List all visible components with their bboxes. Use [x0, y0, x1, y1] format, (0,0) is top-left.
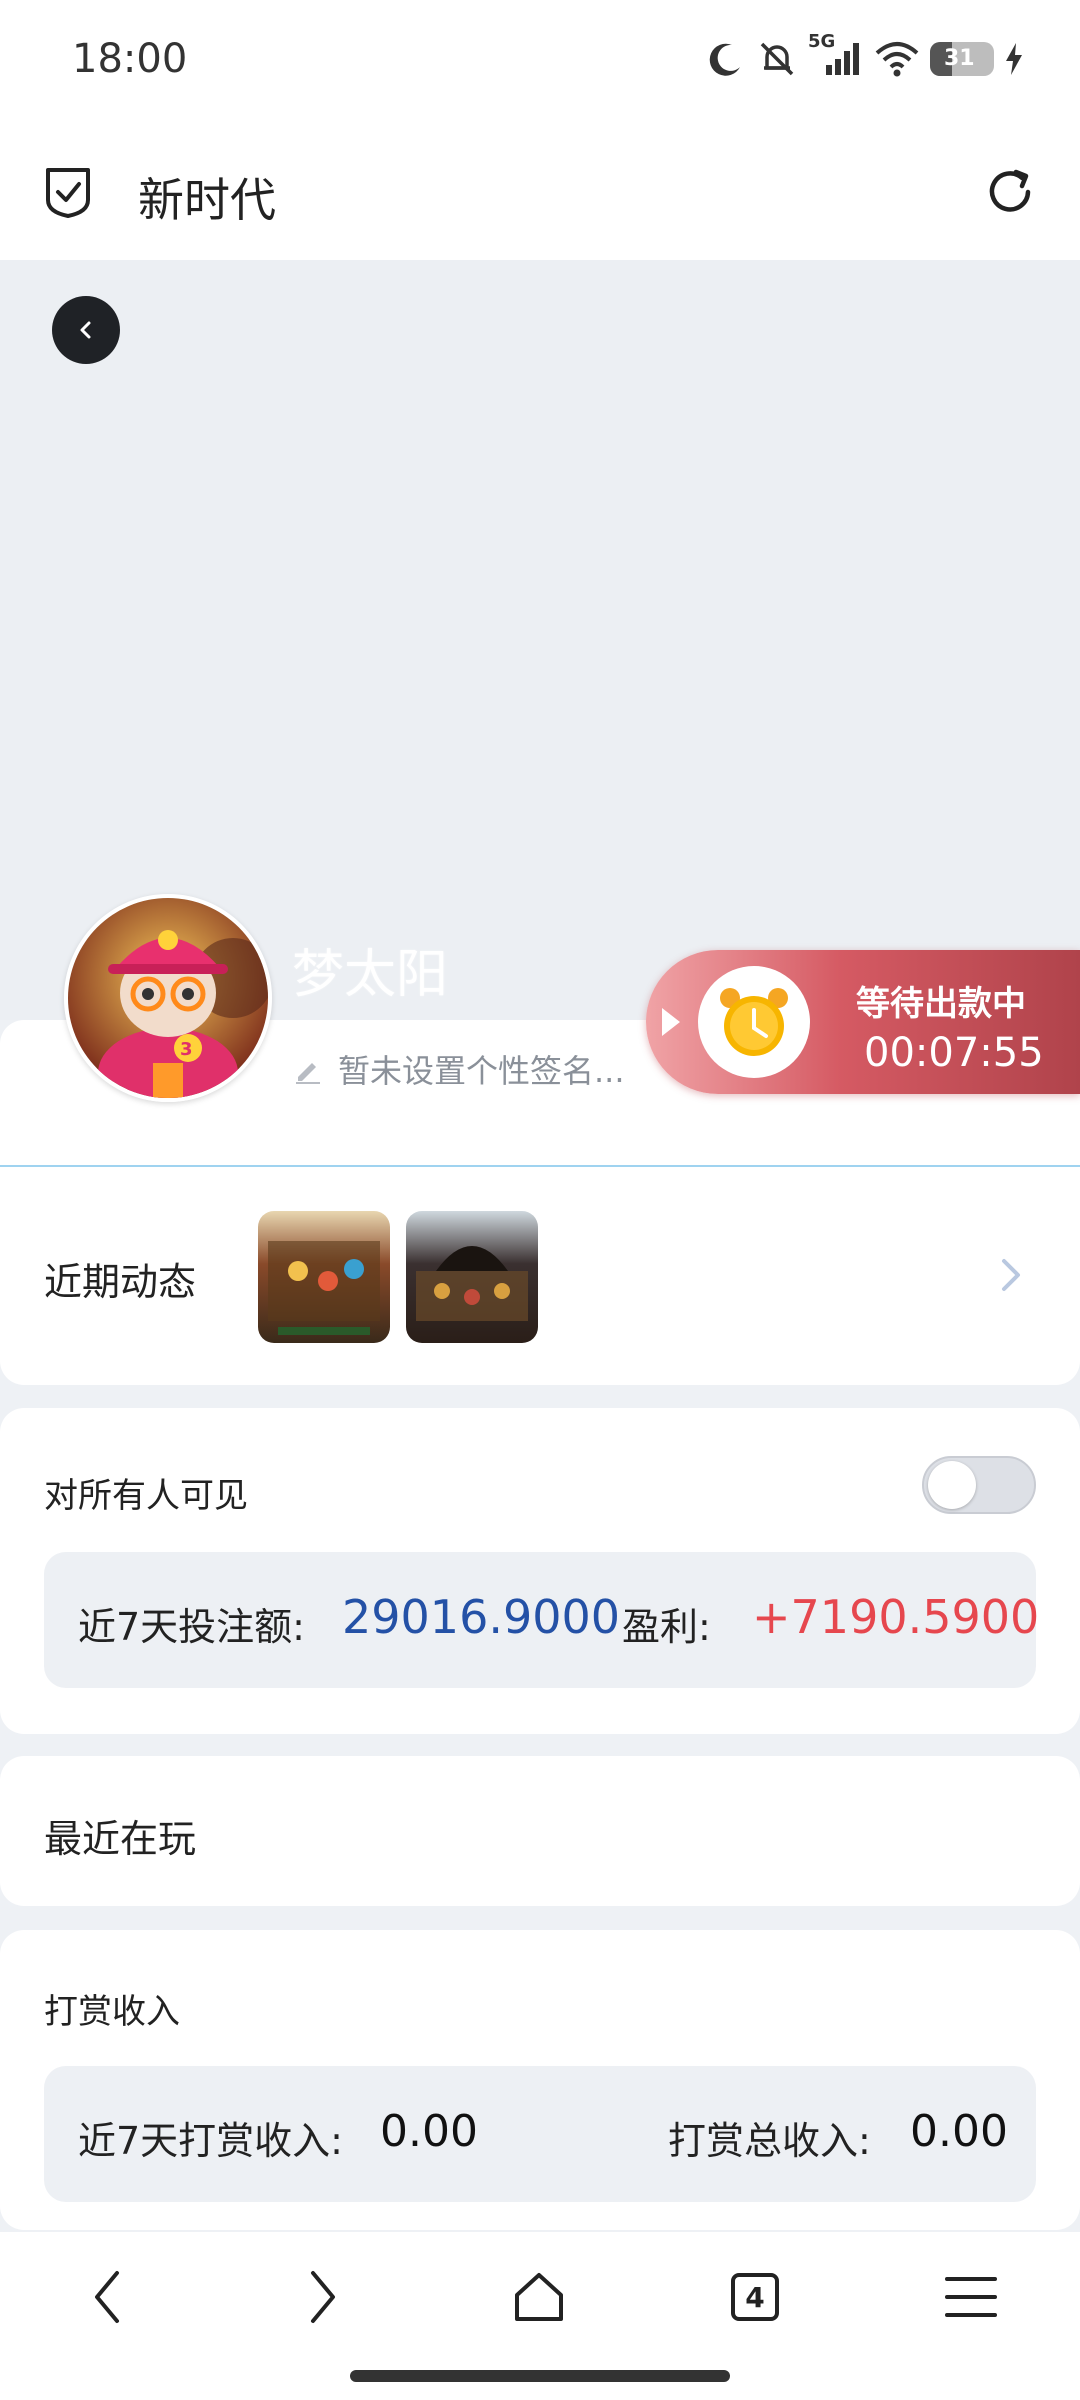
withdraw-label: 等待出款中	[856, 984, 1026, 1024]
alarm-clock-icon	[698, 966, 810, 1078]
tip-income-box: 近7天打赏收入: 0.00 打赏总收入: 0.00	[44, 2066, 1036, 2202]
tip-week-label: 近7天打赏收入:	[78, 2119, 343, 2163]
username: 梦太阳	[292, 945, 449, 1005]
recent-activity-row[interactable]: 近期动态	[0, 1167, 1080, 1385]
moon-icon	[709, 43, 740, 76]
avatar[interactable]: 3	[64, 894, 272, 1102]
nav-menu-button[interactable]	[926, 2252, 1016, 2342]
avatar-image: 3	[68, 898, 268, 1098]
tip-total-label: 打赏总收入:	[668, 2119, 871, 2163]
toggle-knob	[928, 1461, 976, 1509]
signal-icon: 5G	[808, 31, 864, 79]
visibility-toggle[interactable]	[922, 1456, 1036, 1514]
tip-week-value: 0.00	[380, 2106, 478, 2157]
signature-text: 暂未设置个性签名...	[338, 1052, 625, 1090]
bet-amount-value: 29016.9000	[342, 1590, 621, 1644]
avatar-badge-number: 3	[180, 1039, 193, 1060]
tabs-icon: 4	[731, 2273, 779, 2321]
tip-income-card: 打赏收入 近7天打赏收入: 0.00 打赏总收入: 0.00	[0, 1930, 1080, 2230]
bet-amount-label: 近7天投注额:	[78, 1605, 305, 1649]
profit-label: 盈利:	[622, 1605, 711, 1649]
back-button[interactable]	[52, 296, 120, 364]
bell-off-icon	[760, 42, 794, 76]
shield-check-icon[interactable]	[40, 164, 96, 220]
recently-playing-label: 最近在玩	[44, 1817, 197, 1861]
home-icon	[515, 2273, 563, 2321]
arrow-left-icon	[95, 2271, 119, 2323]
visibility-label: 对所有人可见	[44, 1476, 248, 1516]
page-title: 新时代	[138, 173, 276, 227]
home-indicator[interactable]	[350, 2370, 730, 2382]
nav-home-button[interactable]	[494, 2252, 584, 2342]
network-label: 5G	[808, 31, 836, 52]
nav-back-button[interactable]	[62, 2252, 152, 2342]
signature-edit[interactable]: 暂未设置个性签名...	[292, 1046, 625, 1092]
play-icon	[662, 1008, 680, 1036]
chevron-right-icon	[1002, 1259, 1020, 1291]
battery-icon: 31	[930, 42, 994, 76]
activity-thumbnail[interactable]	[406, 1211, 538, 1343]
bet-stats-box: 近7天投注额: 29016.9000 盈利: +7190.5900	[44, 1552, 1040, 1688]
status-icons: 5G 31	[706, 31, 1024, 84]
recently-playing-card: 最近在玩	[0, 1756, 1080, 1906]
charging-icon	[1006, 43, 1022, 75]
reload-icon[interactable]	[982, 164, 1038, 220]
arrow-right-icon	[311, 2271, 335, 2323]
profit-value: +7190.5900	[752, 1590, 1040, 1644]
tip-total-value: 0.00	[910, 2106, 1008, 2157]
chevron-left-icon	[80, 321, 91, 339]
status-time: 18:00	[72, 36, 188, 82]
nav-tabs-button[interactable]: 4	[710, 2252, 800, 2342]
status-bar: 18:00 5G 31	[0, 0, 1080, 120]
withdraw-status-badge[interactable]: 等待出款中 00:07:55	[646, 950, 1080, 1094]
nav-forward-button[interactable]	[278, 2252, 368, 2342]
tabs-count: 4	[745, 2280, 765, 2314]
battery-level: 31	[944, 46, 975, 71]
recent-activity-label: 近期动态	[44, 1260, 197, 1304]
visibility-card: 对所有人可见 近7天投注额: 29016.9000 盈利: +7190.5900	[0, 1408, 1080, 1734]
pencil-icon	[296, 1063, 320, 1084]
tip-income-title: 打赏收入	[44, 1992, 180, 2032]
withdraw-countdown: 00:07:55	[864, 1030, 1044, 1076]
wifi-icon	[875, 42, 919, 77]
activity-thumbnail[interactable]	[258, 1211, 390, 1343]
browser-toolbar: 新时代	[0, 120, 1080, 261]
menu-icon	[945, 2277, 997, 2317]
